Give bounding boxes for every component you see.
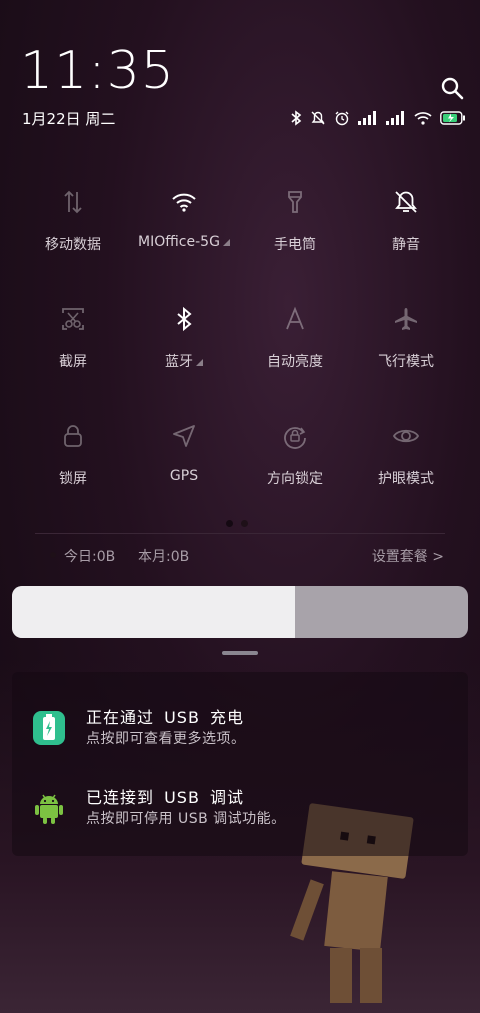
set-plan-link[interactable]: 设置套餐 > xyxy=(372,546,444,566)
tile-rotation-lock[interactable]: 方向锁定 xyxy=(240,422,350,488)
status-bar xyxy=(290,108,466,128)
notification-list: 正在通过 USB 充电 点按即可查看更多选项。 已连接到 USB 调试 点按即可… xyxy=(12,672,468,856)
tile-flashlight[interactable]: 手电筒 xyxy=(240,188,350,254)
tile-label: 锁屏 xyxy=(59,471,87,487)
location-icon xyxy=(173,425,195,447)
screenshot-icon xyxy=(62,308,84,330)
tile-label: 截屏 xyxy=(59,354,87,370)
tile-bluetooth[interactable]: 蓝牙 xyxy=(129,305,239,371)
wifi-icon xyxy=(172,193,196,212)
tile-wifi[interactable]: MIOffice-5G xyxy=(129,188,239,250)
tile-label: 蓝牙 xyxy=(129,351,239,371)
tile-label: 方向锁定 xyxy=(267,471,323,487)
tile-mobile-data[interactable]: 移动数据 xyxy=(18,188,128,254)
notification-subtitle: 点按即可停用 USB 调试功能。 xyxy=(86,811,286,827)
flashlight-icon xyxy=(288,191,302,213)
notification-usb-charging[interactable]: 正在通过 USB 充电 点按即可查看更多选项。 xyxy=(12,696,468,756)
bluetooth-icon xyxy=(291,110,302,126)
notification-usb-debugging[interactable]: 已连接到 USB 调试 点按即可停用 USB 调试功能。 xyxy=(12,776,468,836)
android-icon xyxy=(35,794,63,824)
tile-label: 手电筒 xyxy=(274,237,316,253)
eye-icon xyxy=(392,429,420,443)
tile-label: GPS xyxy=(169,468,199,484)
divider xyxy=(35,533,445,534)
notification-title: 已连接到 USB 调试 xyxy=(86,788,245,807)
mobile-data-icon xyxy=(64,190,82,214)
tile-label: 移动数据 xyxy=(45,237,101,253)
brightness-slider[interactable] xyxy=(12,586,468,638)
tile-airplane-mode[interactable]: 飞行模式 xyxy=(351,305,461,371)
usage-dot xyxy=(50,552,56,558)
tile-mute[interactable]: 静音 xyxy=(351,188,461,254)
tile-label: 飞行模式 xyxy=(378,354,434,370)
tile-auto-brightness[interactable]: 自动亮度 xyxy=(240,305,350,371)
tile-label: MIOffice-5G xyxy=(129,234,239,250)
lock-icon xyxy=(64,425,82,447)
page-indicator xyxy=(226,520,248,527)
alarm-icon xyxy=(335,111,349,126)
drag-handle[interactable] xyxy=(222,651,258,655)
clock-time: 11:35 xyxy=(20,41,175,101)
search-icon[interactable] xyxy=(440,76,464,100)
rotation-lock-icon xyxy=(284,427,306,449)
mute-icon xyxy=(395,191,417,213)
notification-subtitle: 点按即可查看更多选项。 xyxy=(86,731,246,747)
notification-title: 正在通过 USB 充电 xyxy=(86,708,245,727)
mute-icon xyxy=(311,111,325,125)
tile-gps[interactable]: GPS xyxy=(129,422,239,484)
brightness-slider-fill xyxy=(12,586,295,638)
tile-eye-care[interactable]: 护眼模式 xyxy=(351,422,461,488)
usb-charging-icon xyxy=(33,711,65,745)
usage-today: 今日:0B xyxy=(64,549,116,565)
battery-charging-icon xyxy=(440,111,465,125)
bluetooth-icon xyxy=(177,306,192,332)
signal-icon xyxy=(358,111,376,125)
usage-month: 本月:0B xyxy=(138,549,190,565)
wifi-icon xyxy=(414,112,432,125)
clock-date: 1月22日 周二 xyxy=(22,110,116,128)
tile-screenshot[interactable]: 截屏 xyxy=(18,305,128,371)
tile-lock-screen[interactable]: 锁屏 xyxy=(18,422,128,488)
tile-label: 自动亮度 xyxy=(267,354,323,370)
signal-icon xyxy=(386,111,404,125)
airplane-icon xyxy=(395,308,417,330)
auto-brightness-icon xyxy=(286,306,304,330)
tile-label: 静音 xyxy=(392,237,420,253)
tile-label: 护眼模式 xyxy=(378,471,434,487)
